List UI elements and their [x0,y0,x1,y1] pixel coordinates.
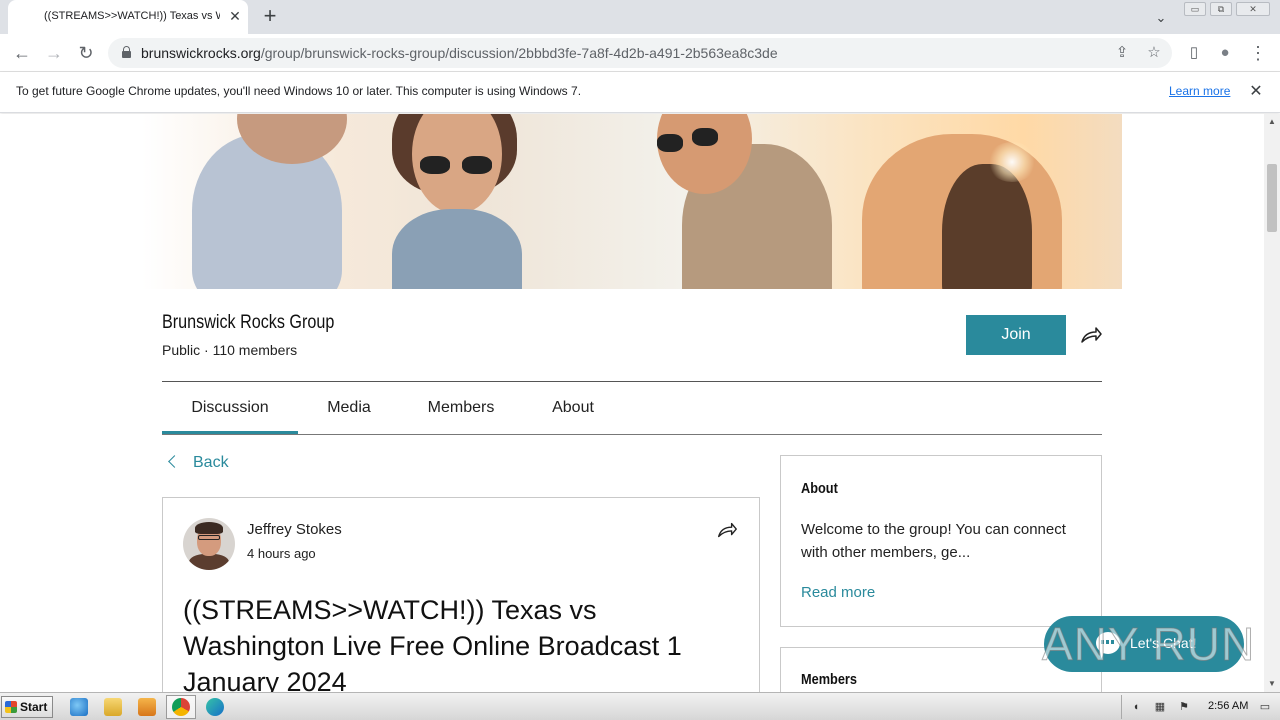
page-viewport: Brunswick Rocks Group Public · 110 membe… [0,114,1264,692]
url-host: brunswickrocks.org [141,45,261,61]
scroll-up-icon[interactable]: ▲ [1267,117,1277,127]
infobar-close-icon[interactable]: ✕ [1246,82,1266,102]
bookmark-star-icon[interactable]: ☆ [1143,42,1165,64]
avatar-hair [195,522,223,534]
chrome-icon [172,698,190,716]
window-minimize-button[interactable]: ▭ [1184,2,1206,16]
avatar-body [189,554,229,570]
sunglasses-lens [657,134,683,152]
browser-menu-icon[interactable]: ⋮ [1246,41,1270,65]
update-infobar: To get future Google Chrome updates, you… [0,72,1280,113]
post-author[interactable]: Jeffrey Stokes [247,521,342,538]
learn-more-link[interactable]: Learn more [1169,84,1230,98]
post-timestamp: 4 hours ago [247,546,316,561]
new-tab-button[interactable]: + [258,5,282,29]
join-button[interactable]: Join [966,315,1066,355]
post-title: ((STREAMS>>WATCH!)) Texas vs Washington … [183,595,682,692]
hero-person [392,209,522,289]
tab-discussion[interactable]: Discussion [162,382,298,434]
browser-tab[interactable]: ((STREAMS>>WATCH!)) Texas vs W ✕ [8,0,248,34]
avatar-glasses [198,535,220,540]
media-player-icon[interactable] [138,698,156,716]
group-title: Brunswick Rocks Group [162,312,335,333]
speaker-icon[interactable]: ◖ [1129,700,1143,714]
reload-icon[interactable]: ↻ [74,41,98,65]
post-card: Jeffrey Stokes 4 hours ago ((STREAMS>>WA… [162,497,760,692]
back-link[interactable]: Back [166,454,229,478]
group-meta: Public · 110 members [162,342,298,358]
scroll-down-icon[interactable]: ▼ [1267,679,1277,689]
post-share-icon[interactable] [715,518,739,542]
edge-icon[interactable] [206,698,224,716]
group-tabs: Discussion Media Members About [162,382,1102,434]
tab-members[interactable]: Members [412,382,510,434]
url-text[interactable]: brunswickrocks.org/group/brunswick-rocks… [141,45,778,61]
scroll-thumb[interactable] [1267,164,1277,232]
browser-toolbar: ← → ↻ brunswickrocks.org/group/brunswick… [0,34,1280,72]
about-card: About Welcome to the group! You can conn… [780,455,1102,627]
url-path: /group/brunswick-rocks-group/discussion/… [260,45,778,61]
show-desktop-icon[interactable]: ▭ [1258,700,1272,714]
window-restore-button[interactable]: ⧉ [1210,2,1232,16]
start-button[interactable]: Start [1,696,53,718]
network-icon[interactable]: ▦ [1153,700,1167,714]
chevron-left-icon [168,455,181,468]
tab-close-icon[interactable]: ✕ [226,7,244,25]
back-arrow-icon[interactable]: ← [10,41,34,65]
tab-search-icon[interactable]: ⌄ [1150,7,1172,29]
tabs-divider [162,434,1102,435]
browser-tab-strip: ((STREAMS>>WATCH!)) Texas vs W ✕ + ⌄ ▭ ⧉… [0,0,1280,34]
sunglasses-lens [420,156,450,174]
hero-person-top [942,164,1032,289]
share-icon[interactable] [1078,322,1104,348]
back-label: Back [193,454,229,471]
members-heading: Members [801,671,857,688]
action-center-flag-icon[interactable]: ⚑ [1177,700,1191,714]
lock-icon[interactable] [122,46,131,58]
file-explorer-icon[interactable] [104,698,122,716]
windows-logo-icon [5,701,17,713]
internet-explorer-icon[interactable] [70,698,88,716]
anyrun-watermark: ANY RUN [1041,618,1256,671]
lens-flare [987,142,1037,182]
read-more-link[interactable]: Read more [801,584,875,601]
tab-media[interactable]: Media [308,382,390,434]
tab-about[interactable]: About [532,382,614,434]
sunglasses-lens [692,128,718,146]
group-cover-image [142,114,1122,289]
profile-avatar-icon[interactable]: ● [1213,41,1237,65]
tray-separator [1121,695,1122,719]
start-label: Start [20,700,48,714]
side-panel-icon[interactable]: ▯ [1182,41,1206,65]
address-bar[interactable]: brunswickrocks.org/group/brunswick-rocks… [108,38,1172,68]
sunglasses-lens [462,156,492,174]
tab-title: ((STREAMS>>WATCH!)) Texas vs W [44,10,220,22]
infobar-message: To get future Google Chrome updates, you… [16,84,582,98]
windows-taskbar: Start ◖ ▦ ⚑ 2:56 AM ▭ [0,692,1280,720]
taskbar-clock: 2:56 AM [1208,700,1249,712]
page-scrollbar[interactable]: ▲ ▼ [1264,114,1280,692]
author-avatar[interactable] [183,518,235,570]
about-text: Welcome to the group! You can connect wi… [801,521,1066,561]
about-heading: About [801,480,838,497]
forward-arrow-icon[interactable]: → [42,41,66,65]
window-close-button[interactable]: ✕ [1236,2,1270,16]
share-page-icon[interactable]: ⇪ [1111,42,1133,64]
